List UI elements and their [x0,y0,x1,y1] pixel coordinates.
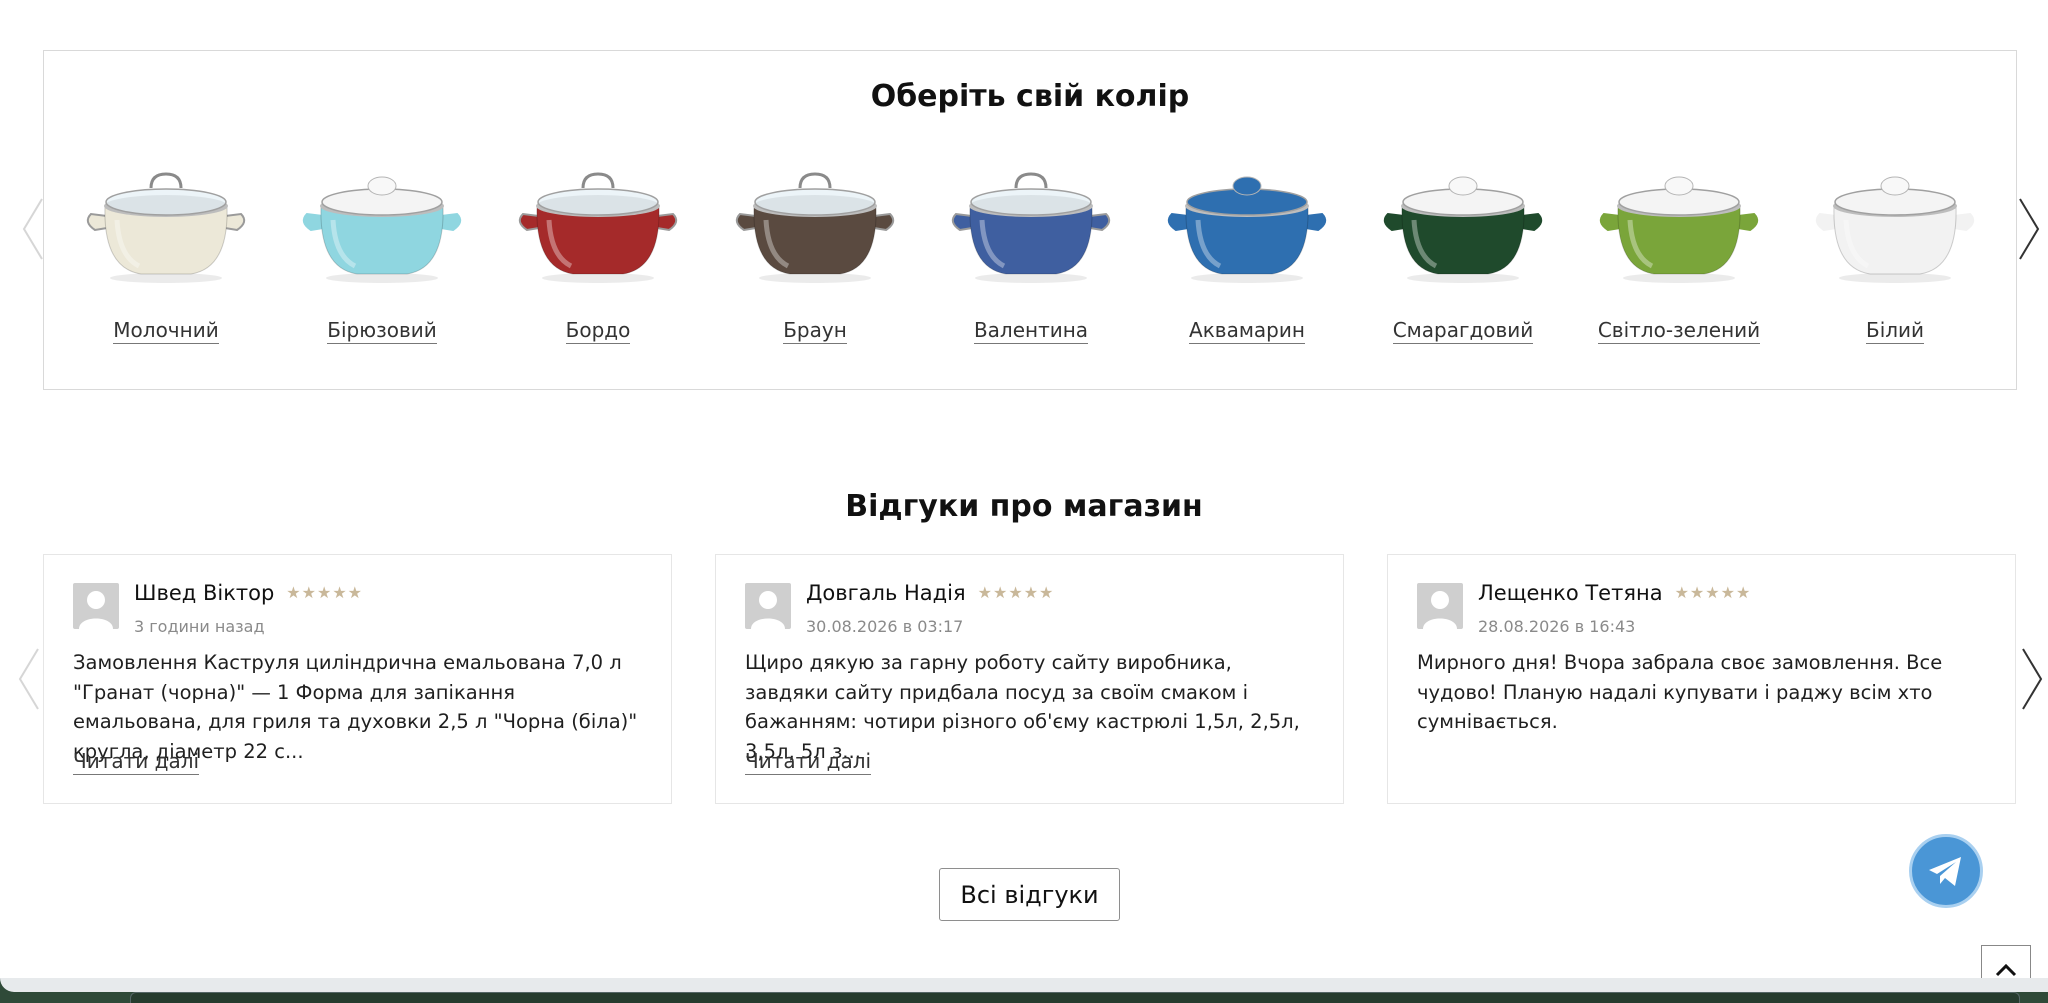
color-swatch[interactable]: Смарагдовий [1373,156,1553,344]
reviewer-name-row: Лещенко Тетяна ★★★★★ [1478,581,1751,605]
color-swatch[interactable]: Бордо [508,156,688,344]
color-swatch-label[interactable]: Валентина [973,318,1089,344]
color-swatch-label[interactable]: Браун [783,318,847,344]
review-card: Лещенко Тетяна ★★★★★ 28.08.2026 в 16:43 М… [1387,554,2016,804]
colors-prev-arrow[interactable] [20,197,46,261]
avatar [73,583,119,629]
chevron-left-icon [22,198,43,260]
color-swatch[interactable]: Валентина [941,156,1121,344]
pot-image [951,172,1111,283]
reviews-section-title: Відгуки про магазин [845,489,1203,524]
pot-image [1167,176,1327,283]
color-swatch-label[interactable]: Світло-зелений [1597,318,1761,344]
avatar [1417,583,1463,629]
page-bottom-curve [0,978,2048,992]
color-swatch-label[interactable]: Смарагдовий [1392,318,1534,344]
pot-image [1815,176,1975,283]
reviewer-name-row: Швед Віктор ★★★★★ [134,581,363,605]
chevron-up-icon [1995,963,2017,977]
pot-image [86,172,246,283]
chevron-right-icon [2019,198,2040,260]
color-swatch[interactable]: Молочний [76,156,256,344]
review-date: 30.08.2026 в 03:17 [806,617,964,636]
review-card: Довгаль Надія ★★★★★ 30.08.2026 в 03:17 Щи… [715,554,1344,804]
colors-next-arrow[interactable] [2016,197,2042,261]
chevron-left-icon [18,648,39,710]
reviews-prev-arrow[interactable] [16,647,42,711]
avatar [745,583,791,629]
color-swatch-label[interactable]: Молочний [113,318,219,344]
reviewer-name: Швед Віктор [134,581,275,605]
color-swatch[interactable]: Бірюзовий [292,156,472,344]
reviewer-name: Лещенко Тетяна [1478,581,1663,605]
color-swatch-label[interactable]: Бірюзовий [327,318,437,344]
review-date: 28.08.2026 в 16:43 [1478,617,1636,636]
color-selector-section: Оберіть свій колір Молочний Бірюзовий Борд… [43,50,2017,390]
color-swatch-label[interactable]: Бордо [565,318,631,344]
read-more-link[interactable]: Читати далі [73,749,200,775]
reviews-next-arrow[interactable] [2019,647,2045,711]
telegram-icon [1929,857,1961,886]
telegram-button[interactable] [1909,834,1983,908]
pot-image [735,172,895,283]
color-swatch[interactable]: Браун [725,156,905,344]
rating-stars: ★★★★★ [1674,583,1752,602]
pot-image [302,176,462,283]
all-reviews-button[interactable]: Всі відгуки [939,868,1120,921]
read-more-link[interactable]: Читати далі [745,749,872,775]
review-card: Швед Віктор ★★★★★ 3 години назад Замовлен… [43,554,672,804]
rating-stars: ★★★★★ [977,583,1055,602]
rating-stars: ★★★★★ [286,583,364,602]
color-swatch[interactable]: Світло-зелений [1589,156,1769,344]
reviewer-name-row: Довгаль Надія ★★★★★ [806,581,1054,605]
color-swatch-label[interactable]: Аквамарин [1189,318,1305,344]
review-text: Мирного дня! Вчора забрала своє замовлен… [1417,651,1943,733]
review-date: 3 години назад [134,617,265,636]
user-placeholder-icon [79,591,113,629]
user-placeholder-icon [751,591,785,629]
color-swatch-label[interactable]: Білий [1865,318,1925,344]
reviewer-name: Довгаль Надія [806,581,966,605]
color-swatch[interactable]: Аквамарин [1157,156,1337,344]
footer-edge [0,978,2048,1003]
pot-image [1383,176,1543,283]
pot-image [1599,176,1759,283]
chevron-right-icon [2022,648,2043,710]
color-swatch[interactable]: Білий [1805,156,1985,344]
footer-top-border [130,992,2020,1003]
color-section-title: Оберіть свій колір [870,79,1190,114]
user-placeholder-icon [1423,591,1457,629]
pot-image [518,172,678,283]
